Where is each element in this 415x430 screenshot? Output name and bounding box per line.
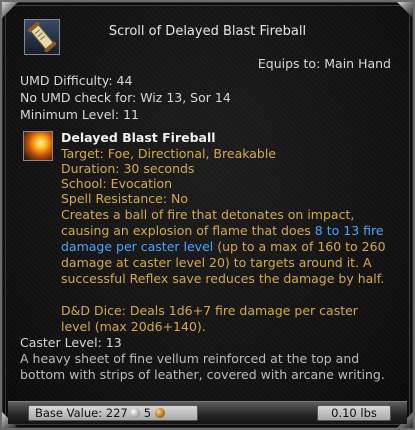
spell-dice: D&D Dice: Deals 1d6+7 fire damage per ca…: [61, 303, 358, 334]
item-weight: 0.10 lbs: [331, 406, 377, 420]
spell-description-text: Creates a ball of fire that detonates on…: [61, 207, 355, 238]
copper-amount: 5: [143, 406, 152, 420]
item-tooltip: Scroll of Delayed Blast Fireball Equips …: [0, 0, 415, 430]
spell-target: Target: Foe, Directional, Breakable: [61, 146, 277, 161]
base-value: Base Value: 227: [35, 406, 128, 420]
flavor-text: A heavy sheet of fine vellum reinforced …: [20, 351, 385, 382]
silver-coin-icon: [129, 408, 140, 418]
footer-bar: Base Value: 227 5 0.10 lbs: [8, 401, 407, 424]
umd-difficulty: UMD Difficulty: 44: [20, 73, 133, 88]
frame-corner-top-left: [2, 2, 18, 18]
minimum-level: Minimum Level: 11: [20, 107, 139, 122]
spell-resistance: Spell Resistance: No: [61, 191, 189, 206]
frame-corner-top-right: [397, 2, 413, 18]
spell-name: Delayed Blast Fireball: [61, 130, 216, 145]
weight-plate: 0.10 lbs: [317, 405, 391, 421]
equips-slot: Equips to: Main Hand: [257, 56, 391, 71]
spell-description: Creates a ball of fire that detonates on…: [61, 207, 387, 287]
base-value-plate: Base Value: 227 5: [28, 405, 198, 421]
spell-school: School: Evocation: [61, 176, 173, 191]
item-title: Scroll of Delayed Blast Fireball: [108, 24, 307, 39]
fireball-icon: [23, 131, 53, 161]
caster-level: Caster Level: 13: [20, 335, 122, 350]
no-umd-check: No UMD check for: Wiz 13, Sor 14: [20, 90, 231, 105]
copper-coin-icon: [155, 408, 166, 418]
spell-duration: Duration: 30 seconds: [61, 161, 195, 176]
